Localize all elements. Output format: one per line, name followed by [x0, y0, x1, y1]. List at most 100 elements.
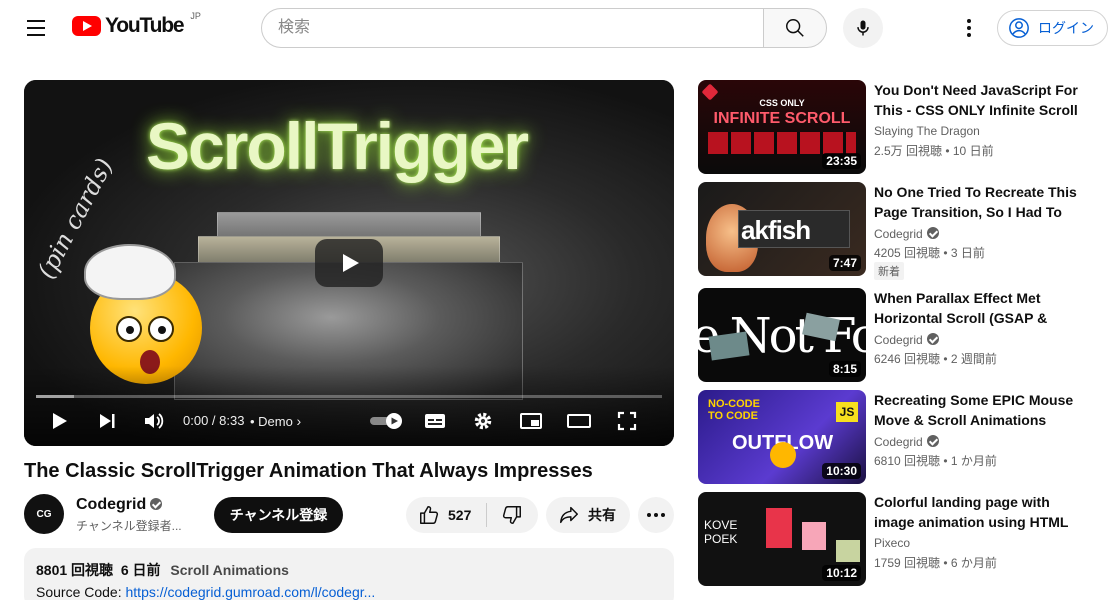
source-label: Source Code: [36, 584, 126, 600]
verified-badge-icon [926, 333, 939, 345]
rec-channel: Codegrid [874, 226, 939, 241]
settings-more-icon[interactable] [953, 12, 985, 44]
masthead: YouTube JP ログイン [0, 0, 1109, 56]
voice-search-button[interactable] [843, 8, 883, 48]
video-thumbnail: CSS ONLY INFINITE SCROLL 23:35 [698, 80, 866, 174]
login-label: ログイン [1038, 20, 1094, 36]
search-input[interactable] [261, 8, 763, 48]
color-block [802, 522, 826, 550]
channel-avatar[interactable]: CG [24, 494, 64, 534]
thumb-label: NO-CODE TO CODE [708, 398, 760, 422]
verified-badge-icon [926, 435, 939, 447]
player-controls: 0:00 / 8:33 • Demo › [24, 403, 674, 439]
video-duration: 23:35 [822, 153, 861, 169]
thumbs-down-icon [502, 506, 521, 524]
recommended-video[interactable]: e Not Fo 8:15 When Parallax Effect Met H… [698, 288, 1098, 382]
rec-title: You Don't Need JavaScript For This - CSS… [874, 82, 1078, 118]
chevron-right-icon: › [296, 413, 302, 429]
search-icon [786, 19, 804, 37]
subscriber-count: チャンネル登録者... [76, 519, 182, 533]
description-box[interactable]: 8801 回視聴 6 日前 Scroll Animations Source C… [24, 548, 674, 600]
chapter-label: • Demo [250, 414, 293, 429]
description-line: Source Code: https://codegrid.gumroad.co… [36, 584, 662, 600]
rec-title: No One Tried To Recreate This Page Trans… [874, 184, 1077, 220]
like-count: 527 [448, 507, 472, 523]
large-play-button[interactable] [315, 239, 383, 287]
thumb-label: INFINITE SCROLL [713, 110, 851, 127]
theater-mode-icon[interactable] [564, 403, 594, 439]
rec-channel: Slaying The Dragon [874, 124, 980, 138]
search-box [261, 8, 827, 48]
next-icon[interactable] [92, 403, 122, 439]
rec-channel: Codegrid [874, 434, 939, 449]
more-actions-button[interactable] [638, 497, 674, 533]
color-block [836, 540, 860, 562]
video-title: The Classic ScrollTrigger Animation That… [24, 460, 593, 482]
share-button[interactable]: 共有 [546, 497, 630, 533]
search-button[interactable] [763, 8, 827, 48]
recommended-video[interactable]: CSS ONLY INFINITE SCROLL 23:35 You Don't… [698, 80, 1098, 174]
fullscreen-icon[interactable] [612, 403, 642, 439]
like-button[interactable]: 527 [406, 497, 486, 533]
rec-meta: 4205 回視聴 • 3 日前 [874, 246, 985, 260]
video-thumbnail: KOVE POEK 10:12 [698, 492, 866, 586]
description-meta: 8801 回視聴 6 日前 Scroll Animations [36, 560, 662, 580]
channel-name: Codegrid [874, 333, 923, 347]
source-code-link[interactable]: https://codegrid.gumroad.com/l/codegr... [126, 584, 376, 600]
rec-meta: 6246 回視聴 • 2 週間前 [874, 352, 997, 366]
chapter-button[interactable]: • Demo › [250, 413, 301, 429]
verified-badge-icon [926, 227, 939, 239]
dislike-button[interactable] [487, 497, 537, 533]
video-duration: 7:47 [828, 255, 861, 271]
channel-name: Codegrid [874, 227, 923, 241]
video-thumbnail: NO-CODE TO CODE JS OUTFLOW 10:30 [698, 390, 866, 484]
recommended-video[interactable]: KOVE POEK 10:12 Colorful landing page wi… [698, 492, 1098, 586]
video-duration: 10:12 [822, 565, 861, 581]
share-label: 共有 [588, 507, 616, 523]
thumbs-up-icon [420, 506, 439, 524]
video-duration: 10:30 [822, 463, 861, 479]
new-badge: 新着 [874, 262, 904, 280]
youtube-play-icon [72, 16, 101, 36]
video-thumbnail: akfish 7:47 [698, 182, 866, 276]
rec-channel: Codegrid [874, 332, 939, 347]
volume-icon[interactable] [138, 403, 168, 439]
view-count: 8801 回視聴 [36, 562, 114, 578]
subscribe-button[interactable]: チャンネル登録 [214, 497, 343, 533]
like-dislike-group: 527 [406, 497, 538, 533]
account-icon [1009, 18, 1029, 38]
video-duration: 8:15 [828, 361, 861, 377]
rec-title: When Parallax Effect Met Horizontal Scro… [874, 290, 1048, 326]
video-tag[interactable]: Scroll Animations [170, 562, 289, 578]
brick-pattern [708, 132, 856, 154]
verified-badge-icon [150, 498, 163, 510]
video-thumbnail: e Not Fo 8:15 [698, 288, 866, 382]
region-code: JP [190, 11, 201, 21]
thumb-label: CSS ONLY [759, 98, 805, 108]
channel-name-link[interactable]: Codegrid [76, 496, 163, 514]
video-player[interactable]: (pin cards) ScrollTrigger 0:00 / 8:33 • … [24, 80, 674, 446]
play-icon[interactable] [44, 403, 74, 439]
time-display: 0:00 / 8:33 [183, 413, 245, 428]
settings-gear-icon[interactable] [468, 403, 498, 439]
channel-name: Codegrid [874, 435, 923, 449]
color-block [766, 508, 792, 548]
youtube-logo[interactable]: YouTube JP [72, 11, 201, 38]
js-badge: JS [836, 402, 858, 422]
autoplay-toggle[interactable] [366, 403, 406, 439]
menu-icon[interactable] [20, 12, 52, 44]
rec-meta: 1759 回視聴 • 6 か月前 [874, 556, 997, 570]
rec-channel: Pixeco [874, 536, 911, 550]
miniplayer-icon[interactable] [516, 403, 546, 439]
subtitles-icon[interactable] [420, 403, 450, 439]
emoji-illustration [770, 442, 796, 468]
thumb-label: akfish [738, 210, 850, 248]
recommended-video[interactable]: akfish 7:47 No One Tried To Recreate Thi… [698, 182, 1098, 280]
rec-meta: 2.5万 回視聴 • 10 日前 [874, 144, 994, 158]
thumb-label: KOVE POEK [704, 518, 738, 546]
login-button[interactable]: ログイン [997, 10, 1108, 46]
share-icon [560, 506, 578, 524]
rec-meta: 6810 回視聴 • 1 か月前 [874, 454, 997, 468]
progress-bar[interactable] [36, 395, 662, 398]
recommended-video[interactable]: NO-CODE TO CODE JS OUTFLOW 10:30 Recreat… [698, 390, 1098, 484]
